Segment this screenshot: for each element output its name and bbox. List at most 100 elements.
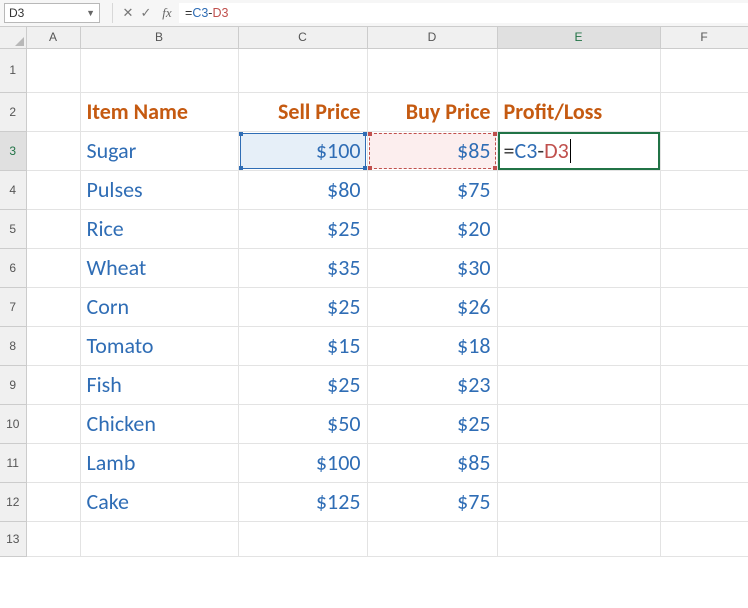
formula-input[interactable]: =C3-D3 bbox=[179, 3, 748, 23]
cell-E2[interactable]: Profit/Loss bbox=[497, 92, 660, 131]
fx-icon[interactable]: fx bbox=[155, 5, 179, 21]
row-header-1[interactable]: 1 bbox=[0, 48, 26, 92]
cell-D3[interactable]: $85 bbox=[367, 131, 497, 170]
cell-D5[interactable]: $20 bbox=[367, 209, 497, 248]
cell-D8[interactable]: $18 bbox=[367, 326, 497, 365]
cell-A5[interactable] bbox=[26, 209, 80, 248]
cell-D7[interactable]: $26 bbox=[367, 287, 497, 326]
cell-D10[interactable]: $25 bbox=[367, 404, 497, 443]
cell-E1[interactable] bbox=[497, 48, 660, 92]
cell-E10[interactable] bbox=[497, 404, 660, 443]
row-header-12[interactable]: 12 bbox=[0, 482, 26, 521]
row-header-9[interactable]: 9 bbox=[0, 365, 26, 404]
cell-F3[interactable] bbox=[660, 131, 748, 170]
col-header-F[interactable]: F bbox=[660, 27, 748, 48]
cell-F10[interactable] bbox=[660, 404, 748, 443]
cell-A8[interactable] bbox=[26, 326, 80, 365]
cell-F2[interactable] bbox=[660, 92, 748, 131]
cell-A12[interactable] bbox=[26, 482, 80, 521]
row-header-2[interactable]: 2 bbox=[0, 92, 26, 131]
cell-B12[interactable]: Cake bbox=[80, 482, 238, 521]
cell-E4[interactable] bbox=[497, 170, 660, 209]
cell-B13[interactable] bbox=[80, 521, 238, 556]
cell-B6[interactable]: Wheat bbox=[80, 248, 238, 287]
cell-E5[interactable] bbox=[497, 209, 660, 248]
cell-F8[interactable] bbox=[660, 326, 748, 365]
cell-C11[interactable]: $100 bbox=[238, 443, 367, 482]
col-header-D[interactable]: D bbox=[367, 27, 497, 48]
cell-C1[interactable] bbox=[238, 48, 367, 92]
cell-C8[interactable]: $15 bbox=[238, 326, 367, 365]
cell-F13[interactable] bbox=[660, 521, 748, 556]
cell-E6[interactable] bbox=[497, 248, 660, 287]
cell-D1[interactable] bbox=[367, 48, 497, 92]
cell-F9[interactable] bbox=[660, 365, 748, 404]
row-header-8[interactable]: 8 bbox=[0, 326, 26, 365]
cell-D6[interactable]: $30 bbox=[367, 248, 497, 287]
row-header-6[interactable]: 6 bbox=[0, 248, 26, 287]
cell-B1[interactable] bbox=[80, 48, 238, 92]
name-box-dropdown-icon[interactable]: ▼ bbox=[86, 8, 95, 18]
cell-E3[interactable]: =C3-D3 bbox=[497, 131, 660, 170]
cell-C9[interactable]: $25 bbox=[238, 365, 367, 404]
cell-D12[interactable]: $75 bbox=[367, 482, 497, 521]
row-header-3[interactable]: 3 bbox=[0, 131, 26, 170]
row-header-7[interactable]: 7 bbox=[0, 287, 26, 326]
col-header-A[interactable]: A bbox=[26, 27, 80, 48]
row-header-13[interactable]: 13 bbox=[0, 521, 26, 556]
cell-A2[interactable] bbox=[26, 92, 80, 131]
cell-E12[interactable] bbox=[497, 482, 660, 521]
cell-C13[interactable] bbox=[238, 521, 367, 556]
cell-E13[interactable] bbox=[497, 521, 660, 556]
spreadsheet-grid[interactable]: A B C D E F 1 2 Item Name Sell Price Buy… bbox=[0, 27, 748, 557]
cell-E7[interactable] bbox=[497, 287, 660, 326]
row-header-10[interactable]: 10 bbox=[0, 404, 26, 443]
cell-D13[interactable] bbox=[367, 521, 497, 556]
cell-D9[interactable]: $23 bbox=[367, 365, 497, 404]
cell-E11[interactable] bbox=[497, 443, 660, 482]
cancel-icon[interactable]: ✕ bbox=[119, 5, 137, 21]
cell-A7[interactable] bbox=[26, 287, 80, 326]
cell-B2[interactable]: Item Name bbox=[80, 92, 238, 131]
cell-C6[interactable]: $35 bbox=[238, 248, 367, 287]
cell-F11[interactable] bbox=[660, 443, 748, 482]
cell-B3[interactable]: Sugar bbox=[80, 131, 238, 170]
cell-E8[interactable] bbox=[497, 326, 660, 365]
cell-C2[interactable]: Sell Price bbox=[238, 92, 367, 131]
cell-A3[interactable] bbox=[26, 131, 80, 170]
cell-B10[interactable]: Chicken bbox=[80, 404, 238, 443]
cell-F1[interactable] bbox=[660, 48, 748, 92]
col-header-B[interactable]: B bbox=[80, 27, 238, 48]
cell-A13[interactable] bbox=[26, 521, 80, 556]
cell-B7[interactable]: Corn bbox=[80, 287, 238, 326]
cell-D2[interactable]: Buy Price bbox=[367, 92, 497, 131]
cell-A6[interactable] bbox=[26, 248, 80, 287]
col-header-E[interactable]: E bbox=[497, 27, 660, 48]
cell-A4[interactable] bbox=[26, 170, 80, 209]
row-header-11[interactable]: 11 bbox=[0, 443, 26, 482]
cell-B5[interactable]: Rice bbox=[80, 209, 238, 248]
cell-C5[interactable]: $25 bbox=[238, 209, 367, 248]
cell-F7[interactable] bbox=[660, 287, 748, 326]
cell-D4[interactable]: $75 bbox=[367, 170, 497, 209]
cell-F12[interactable] bbox=[660, 482, 748, 521]
cell-D11[interactable]: $85 bbox=[367, 443, 497, 482]
row-header-5[interactable]: 5 bbox=[0, 209, 26, 248]
cell-A10[interactable] bbox=[26, 404, 80, 443]
cell-B8[interactable]: Tomato bbox=[80, 326, 238, 365]
col-header-C[interactable]: C bbox=[238, 27, 367, 48]
cell-A11[interactable] bbox=[26, 443, 80, 482]
cell-B11[interactable]: Lamb bbox=[80, 443, 238, 482]
cell-F6[interactable] bbox=[660, 248, 748, 287]
cell-C12[interactable]: $125 bbox=[238, 482, 367, 521]
row-header-4[interactable]: 4 bbox=[0, 170, 26, 209]
name-box[interactable]: D3 ▼ bbox=[4, 3, 100, 23]
cell-B4[interactable]: Pulses bbox=[80, 170, 238, 209]
cell-F4[interactable] bbox=[660, 170, 748, 209]
confirm-icon[interactable]: ✓ bbox=[137, 5, 155, 21]
select-all-corner[interactable] bbox=[0, 27, 26, 48]
edit-overlay-E3[interactable]: =C3-D3 bbox=[498, 132, 660, 170]
cell-C10[interactable]: $50 bbox=[238, 404, 367, 443]
cell-C4[interactable]: $80 bbox=[238, 170, 367, 209]
cell-C3[interactable]: $100 bbox=[238, 131, 367, 170]
